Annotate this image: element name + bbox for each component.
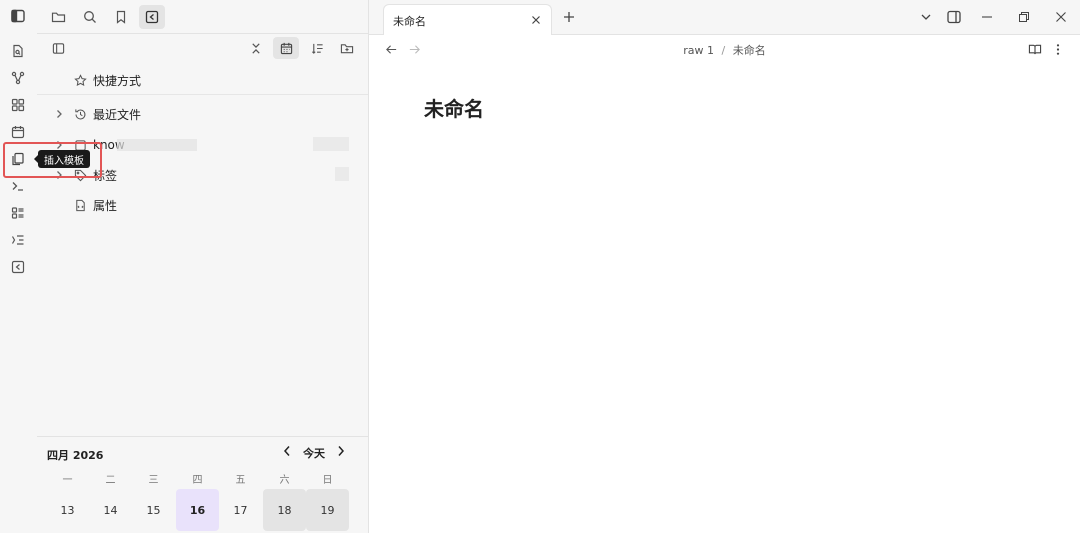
calendar-widget: 四月 2026 今天 一 二 三 四 五 六 日 13 14 15 16 17 …	[37, 436, 368, 534]
calendar-day[interactable]: 13	[46, 489, 89, 531]
sort-list-icon[interactable]	[304, 37, 330, 59]
tab-label: 未命名	[393, 15, 426, 28]
calendar-weekday: 六	[279, 475, 290, 486]
breadcrumb-file[interactable]: 未命名	[733, 44, 766, 57]
tree-item-shortcuts[interactable]: 快捷方式	[37, 67, 368, 93]
divider	[37, 94, 368, 95]
search-tab-icon[interactable]	[77, 5, 103, 29]
plugin-panel-icon[interactable]	[8, 257, 28, 277]
calendar-day-today[interactable]: 16	[176, 489, 219, 531]
more-options-icon[interactable]	[1050, 41, 1066, 57]
chevron-right-icon[interactable]	[53, 109, 65, 119]
daily-note-calendar-icon[interactable]	[8, 122, 28, 142]
history-icon	[73, 107, 87, 121]
active-plugin-tab-icon[interactable]	[139, 5, 165, 29]
file-explorer-tab-icon[interactable]	[45, 5, 71, 29]
calendar-day[interactable]: 14	[89, 489, 132, 531]
blurred-text	[117, 139, 197, 151]
left-sidebar-pane: 快捷方式 最近文件 know 标签 属性 四月 2026 今天 一 二 三 四 …	[37, 0, 369, 533]
bookmarks-tab-icon[interactable]	[108, 5, 134, 29]
minimize-icon[interactable]	[979, 9, 995, 25]
tab-bar: 未命名	[369, 0, 1080, 35]
calendar-weekday: 日	[322, 475, 333, 486]
restore-window-icon[interactable]	[1016, 9, 1032, 25]
calendar-day-weekend[interactable]: 19	[306, 489, 349, 531]
chevron-left-icon[interactable]	[280, 445, 294, 457]
divider	[37, 33, 368, 34]
tree-item-properties[interactable]: 属性	[37, 192, 368, 218]
canvas-icon[interactable]	[8, 95, 28, 115]
graph-view-icon[interactable]	[8, 68, 28, 88]
tree-item-label: 快捷方式	[93, 73, 142, 88]
tab-list-chevron-down-icon[interactable]	[918, 9, 934, 25]
calendar-weekday: 五	[235, 475, 246, 486]
calendar-day[interactable]: 15	[132, 489, 175, 531]
toggle-left-sidebar-icon[interactable]	[8, 6, 28, 26]
close-window-icon[interactable]	[1053, 9, 1069, 25]
calendar-weekday: 四	[192, 475, 203, 486]
left-ribbon	[0, 0, 38, 533]
calendar-weekday: 二	[105, 475, 116, 486]
calendar-today-button[interactable]: 今天	[299, 445, 329, 461]
tree-item-recent-files[interactable]: 最近文件	[37, 101, 368, 127]
collapse-all-icon[interactable]	[243, 37, 269, 59]
properties-file-icon	[73, 198, 87, 212]
view-header: raw 1 / 未命名	[369, 35, 1080, 63]
new-folder-icon[interactable]	[334, 37, 360, 59]
toggle-right-sidebar-icon[interactable]	[946, 9, 962, 25]
reading-view-book-icon[interactable]	[1027, 41, 1043, 57]
calendar-weekday: 一	[62, 475, 73, 486]
breadcrumb-folder[interactable]: raw 1	[683, 44, 714, 57]
list-view-icon[interactable]	[8, 203, 28, 223]
calendar-weekday: 三	[148, 475, 159, 486]
tab-untitled[interactable]: 未命名	[383, 4, 552, 35]
tree-item-label: 最近文件	[93, 107, 142, 122]
calendar-view-icon[interactable]	[273, 37, 299, 59]
tooltip-insert-template: 插入模板	[34, 150, 90, 168]
tree-item-label: 属性	[93, 198, 118, 213]
breadcrumb: raw 1 / 未命名	[369, 42, 1080, 58]
chevron-right-icon[interactable]	[334, 445, 348, 457]
calendar-day[interactable]: 17	[219, 489, 262, 531]
outline-icon[interactable]	[8, 230, 28, 250]
breadcrumb-separator: /	[721, 44, 726, 57]
star-icon	[73, 73, 87, 87]
note-title[interactable]: 未命名	[424, 93, 484, 122]
calendar-month-label: 四月 2026	[47, 449, 104, 462]
blurred-count	[335, 167, 349, 181]
main-editor-area: 未命名 raw 1 / 未命名 未命名	[369, 0, 1080, 533]
command-palette-icon[interactable]	[8, 176, 28, 196]
calendar-day-weekend[interactable]: 18	[263, 489, 306, 531]
collapse-panel-icon[interactable]	[45, 37, 71, 59]
blurred-count	[313, 137, 349, 151]
file-search-icon[interactable]	[8, 41, 28, 61]
tooltip-text: 插入模板	[44, 155, 84, 167]
close-icon[interactable]	[529, 13, 543, 27]
new-tab-plus-icon[interactable]	[561, 9, 577, 25]
